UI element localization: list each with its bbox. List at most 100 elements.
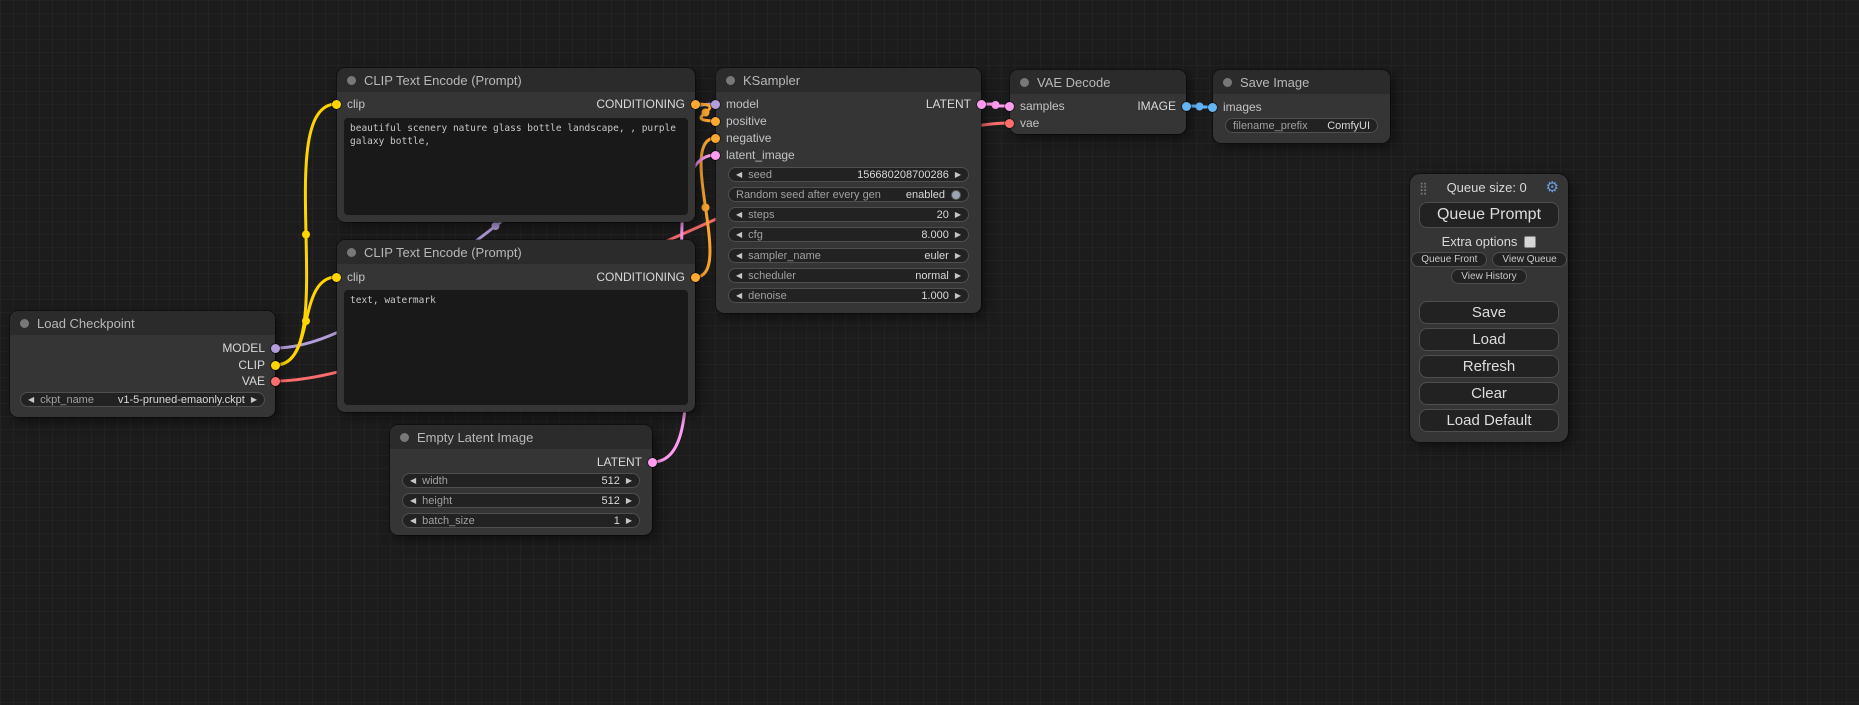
queue-prompt-button[interactable]: Queue Prompt — [1419, 202, 1559, 228]
clip-port[interactable] — [332, 100, 341, 109]
settings-gear-icon[interactable]: ⚙ — [1546, 180, 1559, 195]
view-queue-button[interactable]: View Queue — [1492, 252, 1566, 267]
extra-options-checkbox[interactable] — [1524, 236, 1536, 248]
latent-port[interactable] — [1005, 102, 1014, 111]
latent-port[interactable] — [977, 100, 986, 109]
width-widget[interactable]: ◀ width 512 ▶ — [402, 473, 640, 488]
increment-arrow-icon[interactable]: ▶ — [626, 477, 632, 485]
input-slot-samples[interactable]: samples — [1005, 99, 1065, 113]
node-vae-decode[interactable]: VAE Decode samples vae IMAGE — [1010, 70, 1186, 134]
node-titlebar[interactable]: CLIP Text Encode (Prompt) — [337, 240, 695, 264]
input-slot-negative[interactable]: negative — [711, 131, 771, 145]
increment-arrow-icon[interactable]: ▶ — [626, 497, 632, 505]
decrement-arrow-icon[interactable]: ◀ — [736, 272, 742, 280]
output-slot-latent[interactable]: LATENT — [597, 455, 657, 469]
node-titlebar[interactable]: Empty Latent Image — [390, 425, 652, 449]
increment-arrow-icon[interactable]: ▶ — [955, 252, 961, 260]
save-button[interactable]: Save — [1419, 301, 1559, 324]
decrement-arrow-icon[interactable]: ◀ — [736, 211, 742, 219]
node-clip-text-encode-negative[interactable]: CLIP Text Encode (Prompt) clip CONDITION… — [337, 240, 695, 412]
output-slot-vae[interactable]: VAE — [242, 374, 280, 388]
image-port[interactable] — [1182, 102, 1191, 111]
output-slot-conditioning[interactable]: CONDITIONING — [596, 270, 700, 284]
output-slot-model[interactable]: MODEL — [222, 341, 280, 355]
decrement-arrow-icon[interactable]: ◀ — [736, 292, 742, 300]
node-clip-text-encode-positive[interactable]: CLIP Text Encode (Prompt) clip CONDITION… — [337, 68, 695, 222]
node-load-checkpoint[interactable]: Load Checkpoint MODEL CLIP VAE ◀ ckpt_na… — [10, 311, 275, 417]
increment-arrow-icon[interactable]: ▶ — [955, 272, 961, 280]
increment-arrow-icon[interactable]: ▶ — [955, 211, 961, 219]
ckpt-name-widget[interactable]: ◀ ckpt_name v1-5-pruned-emaonly.ckpt ▶ — [20, 392, 265, 407]
clear-button[interactable]: Clear — [1419, 382, 1559, 405]
decrement-arrow-icon[interactable]: ◀ — [736, 171, 742, 179]
denoise-widget[interactable]: ◀ denoise 1.000 ▶ — [728, 288, 969, 303]
conditioning-port[interactable] — [691, 100, 700, 109]
vae-port[interactable] — [1005, 119, 1014, 128]
negative-prompt-textarea[interactable]: text, watermark — [344, 290, 688, 405]
output-slot-conditioning[interactable]: CONDITIONING — [596, 97, 700, 111]
input-slot-model[interactable]: model — [711, 97, 759, 111]
load-default-button[interactable]: Load Default — [1419, 409, 1559, 432]
conditioning-port[interactable] — [711, 134, 720, 143]
conditioning-port[interactable] — [691, 273, 700, 282]
latent-port[interactable] — [648, 458, 657, 467]
random-seed-toggle-widget[interactable]: Random seed after every gen enabled — [728, 187, 969, 202]
node-empty-latent-image[interactable]: Empty Latent Image LATENT ◀ width 512 ▶ … — [390, 425, 652, 535]
filename-prefix-widget[interactable]: filename_prefix ComfyUI — [1225, 118, 1378, 133]
input-slot-clip[interactable]: clip — [332, 270, 365, 284]
node-titlebar[interactable]: KSampler — [716, 68, 981, 92]
increment-arrow-icon[interactable]: ▶ — [955, 171, 961, 179]
collapse-dot-icon[interactable] — [1020, 78, 1029, 87]
seed-widget[interactable]: ◀ seed 156680208700286 ▶ — [728, 167, 969, 182]
clip-port[interactable] — [271, 361, 280, 370]
node-titlebar[interactable]: Load Checkpoint — [10, 311, 275, 335]
batch-size-widget[interactable]: ◀ batch_size 1 ▶ — [402, 513, 640, 528]
input-slot-images[interactable]: images — [1208, 100, 1262, 114]
increment-arrow-icon[interactable]: ▶ — [251, 396, 257, 404]
input-slot-clip[interactable]: clip — [332, 97, 365, 111]
vae-port[interactable] — [271, 377, 280, 386]
input-slot-latent-image[interactable]: latent_image — [711, 148, 795, 162]
output-slot-latent[interactable]: LATENT — [926, 97, 986, 111]
refresh-button[interactable]: Refresh — [1419, 355, 1559, 378]
decrement-arrow-icon[interactable]: ◀ — [28, 396, 34, 404]
graph-canvas[interactable]: Load Checkpoint MODEL CLIP VAE ◀ ckpt_na… — [0, 0, 1859, 705]
clip-port[interactable] — [332, 273, 341, 282]
model-port[interactable] — [711, 100, 720, 109]
collapse-dot-icon[interactable] — [1223, 78, 1232, 87]
node-save-image[interactable]: Save Image images filename_prefix ComfyU… — [1213, 70, 1390, 143]
collapse-dot-icon[interactable] — [20, 319, 29, 328]
increment-arrow-icon[interactable]: ▶ — [626, 517, 632, 525]
decrement-arrow-icon[interactable]: ◀ — [736, 252, 742, 260]
conditioning-port[interactable] — [711, 117, 720, 126]
decrement-arrow-icon[interactable]: ◀ — [736, 231, 742, 239]
positive-prompt-textarea[interactable]: beautiful scenery nature glass bottle la… — [344, 118, 688, 215]
decrement-arrow-icon[interactable]: ◀ — [410, 477, 416, 485]
image-port[interactable] — [1208, 103, 1217, 112]
collapse-dot-icon[interactable] — [347, 248, 356, 257]
drag-handle-icon[interactable]: ⣿ — [1419, 181, 1428, 195]
height-widget[interactable]: ◀ height 512 ▶ — [402, 493, 640, 508]
toggle-knob-icon[interactable] — [951, 190, 961, 200]
decrement-arrow-icon[interactable]: ◀ — [410, 517, 416, 525]
node-titlebar[interactable]: CLIP Text Encode (Prompt) — [337, 68, 695, 92]
increment-arrow-icon[interactable]: ▶ — [955, 292, 961, 300]
decrement-arrow-icon[interactable]: ◀ — [410, 497, 416, 505]
steps-widget[interactable]: ◀ steps 20 ▶ — [728, 207, 969, 222]
increment-arrow-icon[interactable]: ▶ — [955, 231, 961, 239]
view-history-button[interactable]: View History — [1451, 269, 1526, 284]
node-titlebar[interactable]: Save Image — [1213, 70, 1390, 94]
output-slot-clip[interactable]: CLIP — [238, 358, 280, 372]
node-ksampler[interactable]: KSampler model positive negative latent_… — [716, 68, 981, 313]
output-slot-image[interactable]: IMAGE — [1137, 99, 1191, 113]
model-port[interactable] — [271, 344, 280, 353]
node-titlebar[interactable]: VAE Decode — [1010, 70, 1186, 94]
collapse-dot-icon[interactable] — [726, 76, 735, 85]
collapse-dot-icon[interactable] — [347, 76, 356, 85]
sampler-name-widget[interactable]: ◀ sampler_name euler ▶ — [728, 248, 969, 263]
load-button[interactable]: Load — [1419, 328, 1559, 351]
scheduler-widget[interactable]: ◀ scheduler normal ▶ — [728, 268, 969, 283]
input-slot-vae[interactable]: vae — [1005, 116, 1039, 130]
cfg-widget[interactable]: ◀ cfg 8.000 ▶ — [728, 227, 969, 242]
collapse-dot-icon[interactable] — [400, 433, 409, 442]
